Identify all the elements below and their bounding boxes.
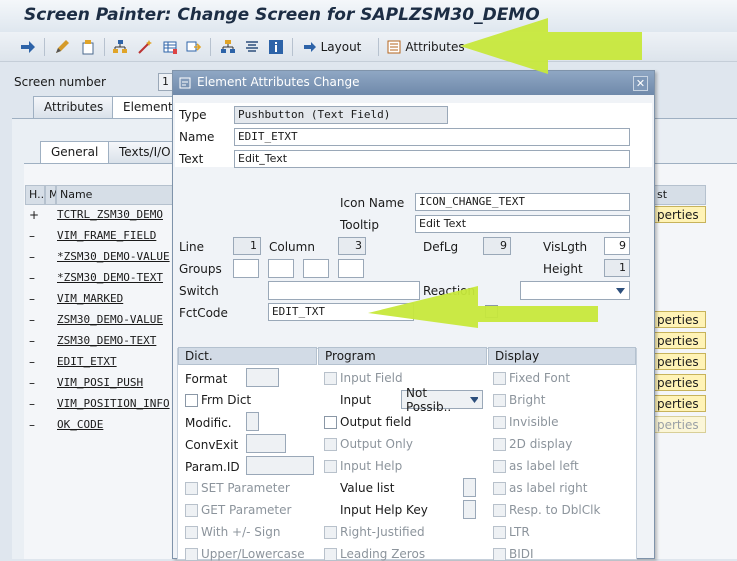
highlight-arrow-attributes (460, 18, 642, 74)
highlight-arrow-fctcode (368, 286, 598, 328)
highlight-arrows (368, 18, 642, 328)
